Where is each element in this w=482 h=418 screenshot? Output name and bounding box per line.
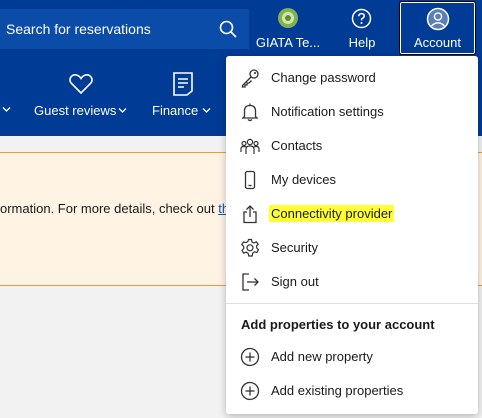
search-input[interactable]: Search for reservations <box>6 21 151 37</box>
nav-finance-label: Finance <box>152 103 199 118</box>
gear-icon <box>241 238 260 257</box>
search-bar[interactable]: Search for reservations <box>0 9 249 49</box>
account-button[interactable]: Account <box>399 1 476 55</box>
property-name: GIATA Te... <box>255 35 321 50</box>
menu-item-my-devices[interactable]: My devices <box>226 163 478 197</box>
chevron-down-icon[interactable] <box>2 106 11 113</box>
help-label: Help <box>348 35 376 50</box>
phone-icon <box>244 170 256 190</box>
menu-item-label: Add new property <box>271 349 373 364</box>
menu-item-change-password[interactable]: Change password <box>226 61 478 95</box>
menu-item-label: Notification settings <box>271 104 384 119</box>
menu-item-add-existing-properties[interactable]: Add existing properties <box>226 374 478 408</box>
search-icon[interactable] <box>219 20 237 38</box>
banner-message: ormation. For more details, check out <box>0 201 219 216</box>
people-icon <box>240 138 260 154</box>
account-avatar-icon <box>426 7 450 31</box>
menu-item-label: Connectivity provider <box>269 205 395 222</box>
property-switcher-button[interactable]: GIATA Te... <box>252 0 324 58</box>
menu-item-notification-settings[interactable]: Notification settings <box>226 95 478 129</box>
menu-item-add-new-property[interactable]: Add new property <box>226 340 478 374</box>
menu-item-label: Security <box>271 240 318 255</box>
plus-circle-icon <box>240 347 260 367</box>
banner-text: ormation. For more details, check out th <box>0 201 229 216</box>
menu-item-label: My devices <box>271 172 337 187</box>
help-icon <box>351 8 372 29</box>
menu-item-connectivity-provider[interactable]: Connectivity provider <box>226 197 478 231</box>
menu-item-security[interactable]: Security <box>226 231 478 265</box>
nav-guest-reviews-label: Guest reviews <box>34 103 117 118</box>
invoice-icon <box>173 72 193 96</box>
plus-circle-icon <box>240 381 260 401</box>
chevron-down-icon <box>118 108 127 113</box>
menu-item-contacts[interactable]: Contacts <box>226 129 478 163</box>
menu-item-label: Contacts <box>271 138 323 153</box>
key-icon <box>241 69 259 88</box>
sign-out-icon <box>242 273 259 291</box>
property-logo-icon <box>278 8 298 28</box>
menu-divider <box>226 303 478 304</box>
menu-item-label: Change password <box>271 70 376 85</box>
menu-item-label: Sign out <box>271 274 319 289</box>
heart-icon <box>69 73 93 95</box>
chevron-down-icon <box>202 108 211 113</box>
account-dropdown-menu: Change password Notification settings Co… <box>226 56 478 414</box>
add-properties-heading: Add properties to your account <box>241 317 435 332</box>
help-button[interactable]: Help <box>335 0 389 58</box>
menu-item-sign-out[interactable]: Sign out <box>226 265 478 299</box>
share-icon <box>243 205 257 224</box>
bell-icon <box>241 103 259 122</box>
account-label: Account <box>414 35 461 50</box>
highlighted-label: Connectivity provider <box>269 205 395 222</box>
menu-item-label: Add existing properties <box>271 383 404 398</box>
